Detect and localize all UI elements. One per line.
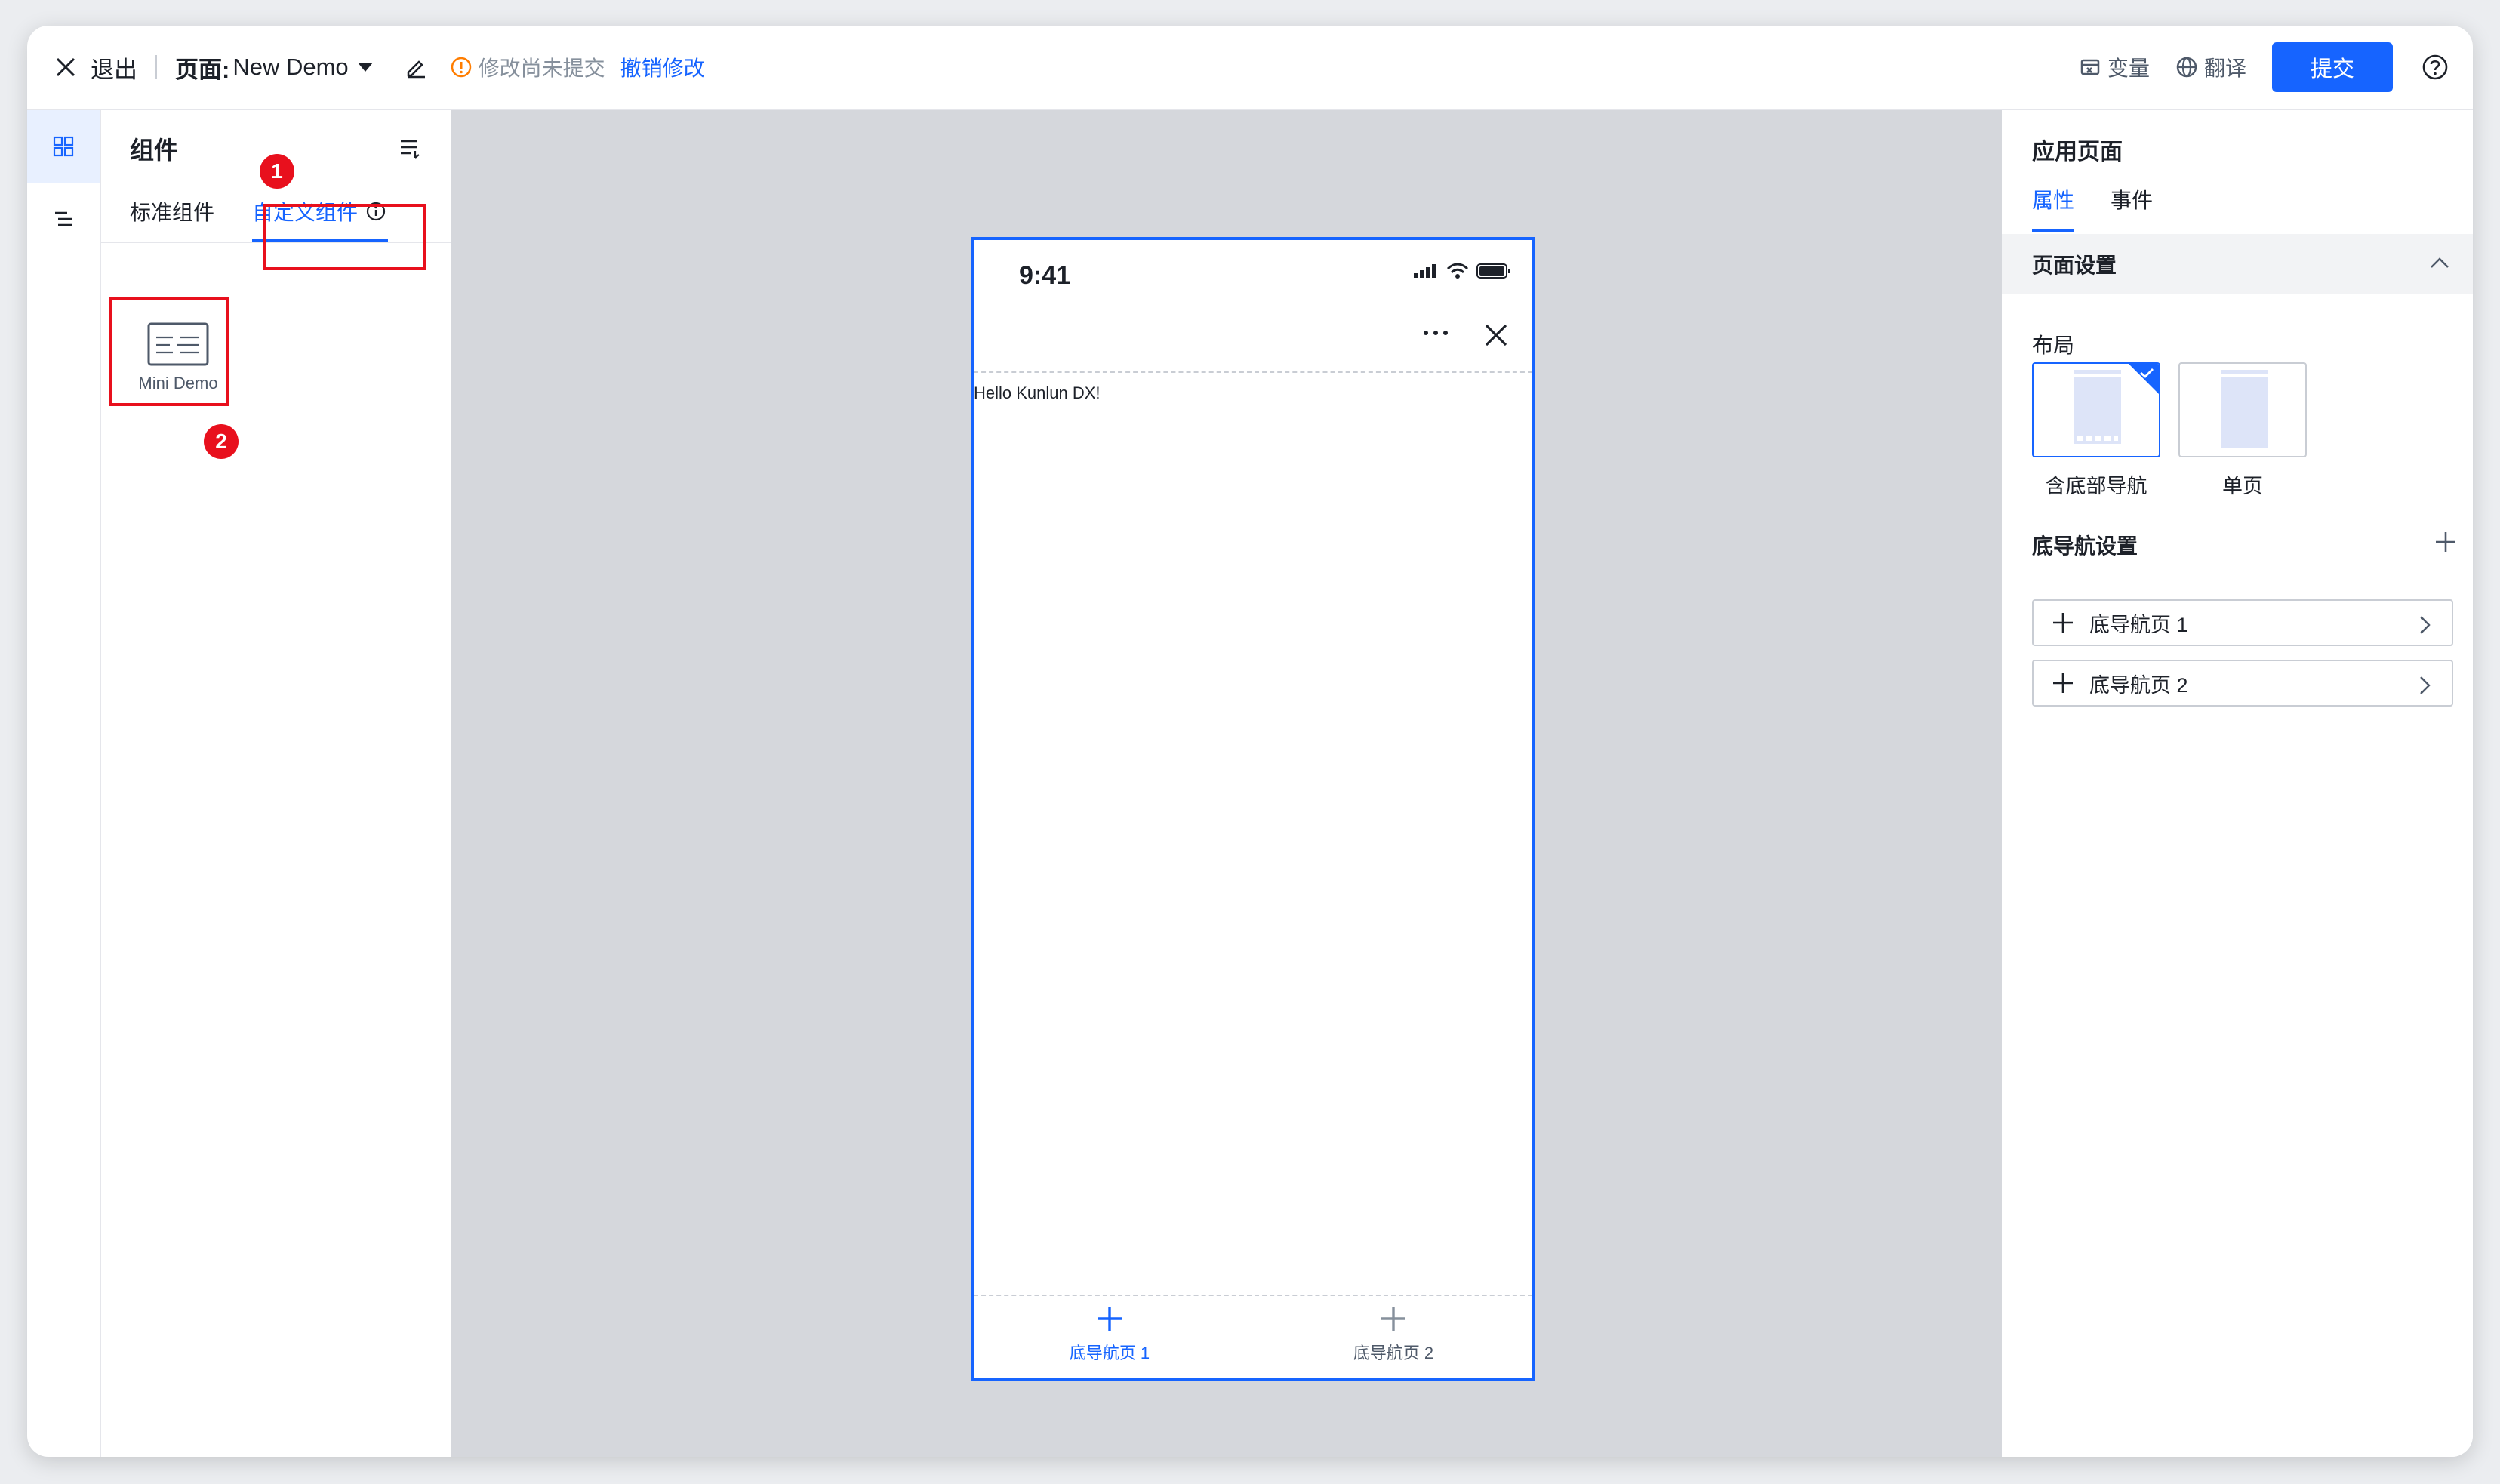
tab-events[interactable]: 事件 [2111,184,2153,214]
plus-icon [1098,1307,1122,1331]
list-filter-icon[interactable] [399,136,423,160]
phone-nav-bar [974,308,1532,373]
design-canvas[interactable]: 9:41 Hello Kunlun DX! 底导航页 1 底导航页 2 [451,110,2002,1457]
phone-preview[interactable]: 9:41 Hello Kunlun DX! 底导航页 1 底导航页 2 [971,237,1535,1381]
page-selector[interactable]: 页面: New Demo [175,51,373,85]
properties-panel: 应用页面 属性 事件 页面设置 布局 含底部导航 单页 底导航设置 底导航页 1… [2002,110,2473,1457]
chevron-right-icon [2420,616,2431,634]
top-bar-left: 退出 页面: New Demo 修改尚未提交 撤销修改 [27,26,705,109]
chevron-right-icon [2420,676,2431,694]
bottom-nav-item-1[interactable]: 底导航页 1 [2032,599,2453,646]
rail-components-button[interactable] [27,110,100,183]
plus-icon[interactable] [2434,530,2458,554]
help-icon[interactable] [2421,54,2449,81]
translate-button[interactable]: 翻译 [2175,52,2246,82]
annotation-badge-2: 2 [204,424,239,459]
close-icon [56,57,75,77]
translate-label: 翻译 [2203,57,2246,80]
phone-tab-bar: 底导航页 1 底导航页 2 [974,1295,1532,1378]
page-prefix: 页面: [175,56,230,83]
exit-button[interactable]: 退出 [54,51,137,85]
more-icon[interactable] [1422,329,1449,337]
submit-button[interactable]: 提交 [2272,42,2393,92]
tabbar-item-2[interactable]: 底导航页 2 [1318,1305,1469,1364]
tab-properties[interactable]: 属性 [2032,184,2074,214]
components-grid-icon [53,136,74,157]
active-tab-indicator [2032,229,2074,232]
revert-changes-link[interactable]: 撤销修改 [620,52,705,82]
caret-down-icon [357,63,373,72]
section-title: 页面设置 [2032,254,2117,277]
globe-icon [2176,57,2197,78]
panel-title: 组件 [130,137,179,164]
properties-title: 应用页面 [2032,140,2123,165]
battery-icon [1476,263,1510,279]
tab-label: 标准组件 [130,201,215,224]
page-settings-header[interactable]: 页面设置 [2002,234,2473,294]
bottom-nav-item-label: 底导航页 2 [2089,673,2188,697]
plus-icon [2053,613,2073,633]
page-name: New Demo [232,54,349,80]
phone-status-bar: 9:41 [974,240,1532,308]
close-icon[interactable] [1482,322,1510,349]
status-icons [1413,263,1511,279]
top-bar: 退出 页面: New Demo 修改尚未提交 撤销修改 变量 翻译 提交 [27,26,2473,110]
layout-preview-icon [2221,370,2268,448]
annotation-highlight-card [109,297,229,406]
top-bar-right: 变量 翻译 提交 [2079,26,2449,109]
content-text[interactable]: Hello Kunlun DX! [974,383,1101,403]
variables-label: 变量 [2107,57,2150,80]
rail-outline-button[interactable] [27,183,100,255]
plus-icon [2053,673,2073,693]
layout-option-label: 含底部导航 [2045,475,2147,497]
tabbar-item-1[interactable]: 底导航页 1 [1034,1305,1185,1364]
check-icon [2140,368,2154,378]
variables-button[interactable]: 变量 [2079,52,2150,82]
outline-list-icon [55,211,72,226]
status-time: 9:41 [1019,261,1071,290]
edit-icon[interactable] [405,56,427,79]
annotation-highlight-tab [263,204,426,270]
layout-label: 布局 [2032,334,2075,357]
variable-icon [2080,59,2100,75]
bottom-nav-item-label: 底导航页 1 [2089,613,2188,636]
layout-option-label: 单页 [2222,475,2263,497]
divider [155,55,157,79]
layout-option-bottom-nav[interactable] [2032,362,2160,457]
editor-window: 退出 页面: New Demo 修改尚未提交 撤销修改 变量 翻译 提交 组件 … [27,26,2473,1457]
wifi-icon [1446,263,1469,279]
signal-icon [1414,264,1436,278]
chevron-up-icon[interactable] [2429,255,2450,270]
exit-label: 退出 [91,56,137,83]
bottom-nav-settings-label: 底导航设置 [2032,534,2138,558]
tab-standard-components[interactable]: 标准组件 [130,183,214,240]
warning-icon [451,57,471,78]
left-rail [27,110,101,1457]
unsaved-notice: 修改尚未提交 撤销修改 [450,52,705,82]
tabbar-label: 底导航页 2 [1353,1344,1434,1362]
component-panel: 组件 1 标准组件 自定义组件 Mini Demo 2 [101,110,453,1457]
unsaved-text: 修改尚未提交 [478,57,605,80]
tabbar-label: 底导航页 1 [1069,1344,1150,1362]
layout-option-single-page[interactable] [2178,362,2307,457]
plus-icon [1381,1307,1405,1331]
bottom-nav-item-2[interactable]: 底导航页 2 [2032,660,2453,707]
